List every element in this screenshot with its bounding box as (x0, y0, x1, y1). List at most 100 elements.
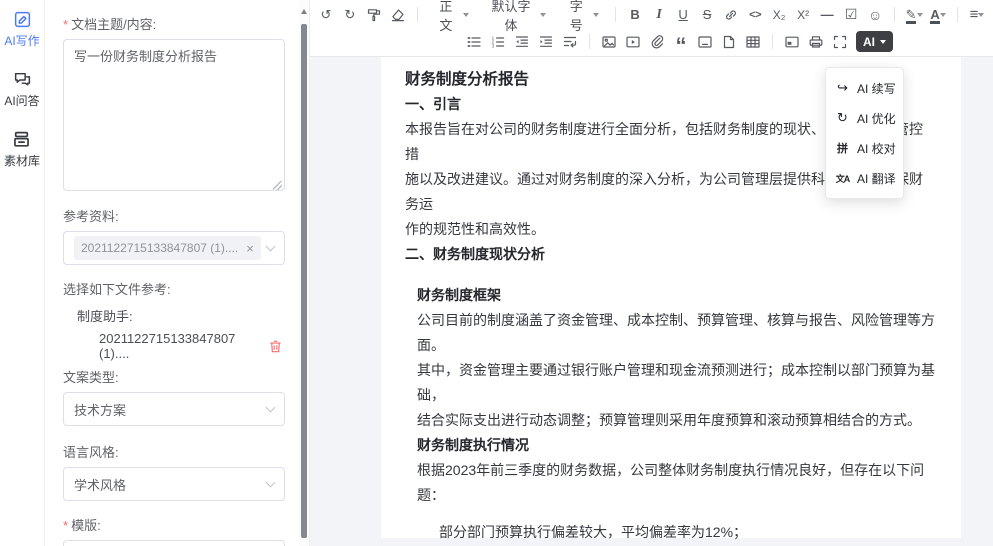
ai-menu-item-optimize[interactable]: ↻AI 优化 (826, 103, 903, 133)
highlight-color-button[interactable]: ✎ (902, 4, 926, 26)
print-icon (808, 34, 824, 50)
reference-tag[interactable]: 2021122715133847807 (1).... × (74, 236, 261, 260)
undo-button[interactable]: ↺ (314, 4, 338, 26)
scrollbar-thumb[interactable] (301, 24, 307, 538)
ordered-list-button[interactable]: 123 (486, 31, 510, 53)
ai-translate-icon: 文A (835, 172, 850, 185)
resize-handle-icon[interactable] (273, 181, 282, 190)
eraser-button[interactable] (386, 4, 410, 26)
redo-button[interactable]: ↻ (338, 4, 362, 26)
code-block-icon (697, 34, 713, 50)
svg-text:3: 3 (492, 43, 495, 48)
superscript-button[interactable]: X² (791, 4, 815, 26)
print-button[interactable] (804, 31, 828, 53)
indent-decrease-button[interactable] (510, 31, 534, 53)
underline-icon: U (678, 7, 687, 22)
doc-type-select[interactable]: 技术方案 (63, 392, 285, 426)
page-template-icon (721, 34, 737, 50)
doc-paragraph: 部分部门预算执行偏差较大，平均偏差率为12%；-周转效率有待提高，应收账款周转天… (405, 520, 935, 546)
line-break-button[interactable] (558, 31, 582, 53)
ordered-list-icon: 123 (490, 34, 506, 50)
topic-label: *文档主题/内容: (63, 14, 285, 33)
rail-item-ai-qa[interactable]: AI问答 (4, 70, 39, 109)
task-list-button[interactable]: ☑ (839, 4, 863, 26)
font-size-dropdown[interactable]: 字号 (555, 4, 608, 26)
font-color-button[interactable]: A (926, 4, 950, 26)
attachment-button[interactable] (645, 31, 669, 53)
task-list-icon: ☑ (845, 6, 858, 23)
image-button[interactable] (597, 31, 621, 53)
page-template-button[interactable] (717, 31, 741, 53)
toolbar-divider (615, 7, 616, 22)
font-family-label: 默认字体 (487, 0, 535, 34)
superscript-icon: X² (797, 8, 809, 22)
subscript-button[interactable]: X₂ (767, 4, 791, 26)
editor-canvas: 财务制度分析报告一、引言本报告旨在对公司的财务制度进行全面分析，包括财务制度的现… (310, 57, 993, 546)
underline-button[interactable]: U (671, 4, 695, 26)
font-family-dropdown[interactable]: 默认字体 (478, 4, 555, 26)
table-button[interactable] (741, 31, 765, 53)
line-break-icon (562, 34, 578, 50)
topic-textarea[interactable]: 写一份财务制度分析报告 (63, 39, 285, 191)
doc-type-label: 文案类型: (63, 367, 285, 386)
toolbar-divider (772, 34, 773, 49)
rail-item-label: 素材库 (4, 152, 40, 169)
align-button[interactable]: ≡ (965, 4, 989, 26)
doc-type-value: 技术方案 (74, 400, 267, 419)
bullet-list-button[interactable] (462, 31, 486, 53)
caret-down-icon (463, 13, 469, 20)
template-select[interactable]: 通用模板 ⊘ (63, 540, 285, 546)
horizontal-rule-button[interactable]: — (815, 4, 839, 26)
file-section-label: 选择如下文件参考: (63, 279, 285, 298)
undo-icon: ↺ (321, 7, 332, 23)
card-block-icon (784, 34, 800, 50)
italic-button[interactable]: I (647, 4, 671, 26)
reference-select[interactable]: 2021122715133847807 (1).... × (63, 231, 285, 265)
blockquote-button[interactable]: “ (669, 31, 693, 53)
format-painter-button[interactable] (362, 4, 386, 26)
indent-increase-button[interactable] (534, 31, 558, 53)
video-icon (625, 34, 641, 50)
ai-dropdown-button[interactable]: AI (856, 31, 893, 52)
caret-down-icon (917, 13, 923, 20)
bold-button[interactable]: B (623, 4, 647, 26)
emoji-button[interactable]: ☺ (863, 4, 887, 26)
ai-continue-icon: ↪ (835, 80, 850, 96)
scroll-up-icon[interactable] (301, 6, 307, 14)
fullscreen-icon (832, 34, 848, 50)
rail-item-ai-write[interactable]: AI写作 (4, 10, 39, 49)
template-label: *模版: (63, 515, 285, 534)
ai-menu-item-translate[interactable]: 文AAI 翻译 (826, 163, 903, 193)
panel-scrollbar[interactable] (299, 0, 309, 546)
inline-code-button[interactable]: <> (743, 4, 767, 26)
toolbar-divider (417, 7, 418, 22)
editor-area: ↺ ↻ 正文默认字体字号 BI US <> X₂ X² — ☑ ☺ ✎ A ≡ 123 “ AI 财务制度分析… (310, 0, 993, 546)
caret-down-icon (940, 13, 946, 20)
fullscreen-button[interactable] (828, 31, 852, 53)
italic-icon: I (656, 7, 661, 23)
style-select[interactable]: 学术风格 (63, 467, 285, 501)
reference-tag-text: 2021122715133847807 (1).... (81, 241, 238, 255)
code-block-button[interactable] (693, 31, 717, 53)
toolbar-divider (894, 7, 895, 22)
trash-icon[interactable] (268, 339, 283, 354)
link-button[interactable] (719, 4, 743, 26)
doc-heading: 财务制度框架 (405, 283, 935, 308)
video-button[interactable] (621, 31, 645, 53)
paragraph-format-dropdown[interactable]: 正文 (425, 4, 478, 26)
subscript-icon: X₂ (773, 8, 786, 22)
ai-menu-item-continue[interactable]: ↪AI 续写 (826, 73, 903, 103)
tag-close-icon[interactable]: × (246, 241, 254, 256)
indent-decrease-icon (514, 34, 530, 50)
library-icon (12, 130, 31, 149)
font-color-icon: A (930, 7, 939, 22)
strikethrough-button[interactable]: S (695, 4, 719, 26)
nav-rail: AI写作 AI问答素材库 (0, 0, 45, 546)
ai-menu-item-proofread[interactable]: 拼AI 校对 (826, 133, 903, 163)
card-block-button[interactable] (780, 31, 804, 53)
indent-increase-icon (538, 34, 554, 50)
rail-item-library[interactable]: 素材库 (4, 130, 40, 169)
doc-heading: 二、财务制度现状分析 (405, 242, 935, 267)
emoji-icon: ☺ (868, 7, 882, 23)
caret-down-icon (978, 13, 984, 20)
